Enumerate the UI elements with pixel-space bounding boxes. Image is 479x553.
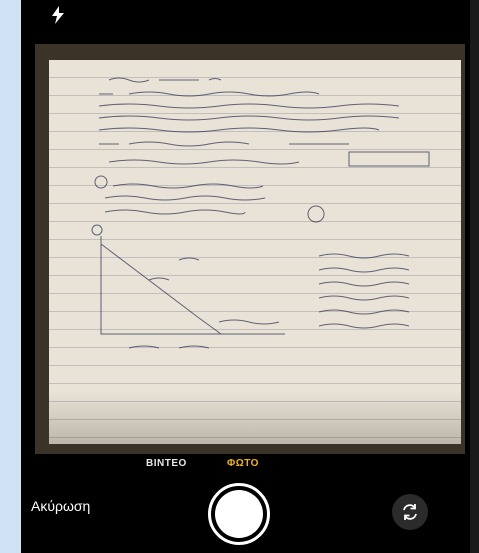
handwritten-notes-image <box>91 77 430 349</box>
mode-photo-tab[interactable]: ΦΩΤΟ <box>227 458 259 469</box>
cancel-button[interactable]: Ακύρωση <box>31 498 90 514</box>
phone-bezel <box>470 0 479 553</box>
mode-video-tab[interactable]: ΒΙΝΤΕΟ <box>146 458 187 469</box>
flash-icon[interactable] <box>51 6 65 24</box>
shutter-button[interactable] <box>208 483 270 545</box>
document-shadow <box>49 392 461 444</box>
camera-viewfinder[interactable] <box>35 44 465 454</box>
document-preview <box>49 60 461 444</box>
shutter-inner-circle <box>215 490 263 538</box>
camera-top-bar <box>21 0 476 44</box>
camera-switch-button[interactable] <box>392 494 428 530</box>
camera-mode-selector: ΒΙΝΤΕΟ ΦΩΤΟ <box>21 455 476 471</box>
camera-switch-icon <box>403 504 417 520</box>
camera-screen: ΒΙΝΤΕΟ ΦΩΤΟ Ακύρωση <box>21 0 476 553</box>
